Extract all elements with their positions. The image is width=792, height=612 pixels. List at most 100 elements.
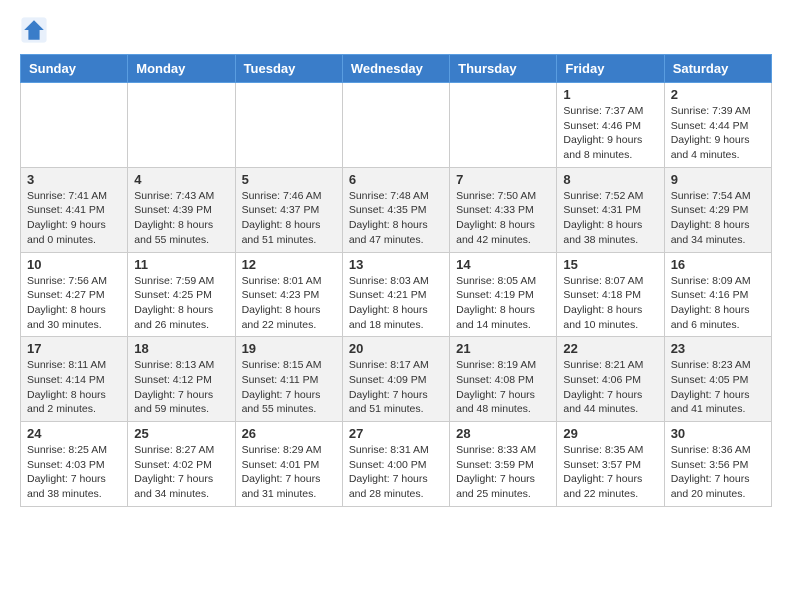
day-number: 6 [349,172,443,187]
day-number: 24 [27,426,121,441]
day-info: Sunrise: 7:52 AM Sunset: 4:31 PM Dayligh… [563,189,657,248]
day-number: 21 [456,341,550,356]
day-number: 2 [671,87,765,102]
day-info: Sunrise: 8:09 AM Sunset: 4:16 PM Dayligh… [671,274,765,333]
calendar-cell [21,83,128,168]
calendar-week-1: 1 Sunrise: 7:37 AM Sunset: 4:46 PM Daylig… [21,83,772,168]
calendar-cell: 15 Sunrise: 8:07 AM Sunset: 4:18 PM Dayli… [557,252,664,337]
calendar-cell: 21 Sunrise: 8:19 AM Sunset: 4:08 PM Dayli… [450,337,557,422]
day-number: 28 [456,426,550,441]
day-info: Sunrise: 8:23 AM Sunset: 4:05 PM Dayligh… [671,358,765,417]
day-info: Sunrise: 8:11 AM Sunset: 4:14 PM Dayligh… [27,358,121,417]
day-number: 4 [134,172,228,187]
calendar-week-4: 17 Sunrise: 8:11 AM Sunset: 4:14 PM Dayli… [21,337,772,422]
calendar-cell [128,83,235,168]
day-number: 10 [27,257,121,272]
day-number: 15 [563,257,657,272]
day-info: Sunrise: 8:03 AM Sunset: 4:21 PM Dayligh… [349,274,443,333]
day-info: Sunrise: 8:15 AM Sunset: 4:11 PM Dayligh… [242,358,336,417]
calendar-cell: 8 Sunrise: 7:52 AM Sunset: 4:31 PM Daylig… [557,167,664,252]
calendar-cell: 16 Sunrise: 8:09 AM Sunset: 4:16 PM Dayli… [664,252,771,337]
day-number: 11 [134,257,228,272]
logo-icon [20,16,48,44]
day-number: 13 [349,257,443,272]
calendar-week-5: 24 Sunrise: 8:25 AM Sunset: 4:03 PM Dayli… [21,422,772,507]
day-number: 25 [134,426,228,441]
day-info: Sunrise: 8:07 AM Sunset: 4:18 PM Dayligh… [563,274,657,333]
day-info: Sunrise: 8:25 AM Sunset: 4:03 PM Dayligh… [27,443,121,502]
calendar-cell: 20 Sunrise: 8:17 AM Sunset: 4:09 PM Dayli… [342,337,449,422]
calendar-cell [235,83,342,168]
calendar-cell: 13 Sunrise: 8:03 AM Sunset: 4:21 PM Dayli… [342,252,449,337]
calendar-cell: 4 Sunrise: 7:43 AM Sunset: 4:39 PM Daylig… [128,167,235,252]
calendar-cell: 22 Sunrise: 8:21 AM Sunset: 4:06 PM Dayli… [557,337,664,422]
calendar-cell: 9 Sunrise: 7:54 AM Sunset: 4:29 PM Daylig… [664,167,771,252]
col-sunday: Sunday [21,55,128,83]
calendar-cell [342,83,449,168]
day-info: Sunrise: 8:27 AM Sunset: 4:02 PM Dayligh… [134,443,228,502]
day-number: 30 [671,426,765,441]
calendar-cell: 25 Sunrise: 8:27 AM Sunset: 4:02 PM Dayli… [128,422,235,507]
day-info: Sunrise: 7:46 AM Sunset: 4:37 PM Dayligh… [242,189,336,248]
day-info: Sunrise: 8:05 AM Sunset: 4:19 PM Dayligh… [456,274,550,333]
day-number: 5 [242,172,336,187]
day-info: Sunrise: 8:01 AM Sunset: 4:23 PM Dayligh… [242,274,336,333]
calendar-cell: 23Sunrise: 8:23 AM Sunset: 4:05 PM Dayli… [664,337,771,422]
calendar-cell: 17 Sunrise: 8:11 AM Sunset: 4:14 PM Dayli… [21,337,128,422]
day-number: 27 [349,426,443,441]
day-info: Sunrise: 8:36 AM Sunset: 3:56 PM Dayligh… [671,443,765,502]
calendar-week-2: 3 Sunrise: 7:41 AM Sunset: 4:41 PM Daylig… [21,167,772,252]
col-saturday: Saturday [664,55,771,83]
day-number: 9 [671,172,765,187]
header-row: Sunday Monday Tuesday Wednesday Thursday… [21,55,772,83]
day-info: Sunrise: 7:56 AM Sunset: 4:27 PM Dayligh… [27,274,121,333]
day-info: Sunrise: 7:37 AM Sunset: 4:46 PM Dayligh… [563,104,657,163]
calendar-cell: 11 Sunrise: 7:59 AM Sunset: 4:25 PM Dayli… [128,252,235,337]
day-info: Sunrise: 8:33 AM Sunset: 3:59 PM Dayligh… [456,443,550,502]
logo [20,16,52,44]
header [0,0,792,54]
calendar-body: 1 Sunrise: 7:37 AM Sunset: 4:46 PM Daylig… [21,83,772,507]
calendar-cell: 12Sunrise: 8:01 AM Sunset: 4:23 PM Dayli… [235,252,342,337]
calendar-cell: 19 Sunrise: 8:15 AM Sunset: 4:11 PM Dayli… [235,337,342,422]
day-number: 29 [563,426,657,441]
day-info: Sunrise: 7:41 AM Sunset: 4:41 PM Dayligh… [27,189,121,248]
day-number: 20 [349,341,443,356]
day-number: 17 [27,341,121,356]
calendar-cell [450,83,557,168]
day-number: 18 [134,341,228,356]
day-info: Sunrise: 8:35 AM Sunset: 3:57 PM Dayligh… [563,443,657,502]
day-number: 8 [563,172,657,187]
day-info: Sunrise: 8:21 AM Sunset: 4:06 PM Dayligh… [563,358,657,417]
calendar-table: Sunday Monday Tuesday Wednesday Thursday… [20,54,772,507]
day-info: Sunrise: 8:17 AM Sunset: 4:09 PM Dayligh… [349,358,443,417]
col-friday: Friday [557,55,664,83]
day-number: 3 [27,172,121,187]
day-info: Sunrise: 8:13 AM Sunset: 4:12 PM Dayligh… [134,358,228,417]
day-number: 16 [671,257,765,272]
calendar-cell: 1 Sunrise: 7:37 AM Sunset: 4:46 PM Daylig… [557,83,664,168]
calendar-wrap: Sunday Monday Tuesday Wednesday Thursday… [0,54,792,517]
day-number: 22 [563,341,657,356]
calendar-cell: 27 Sunrise: 8:31 AM Sunset: 4:00 PM Dayli… [342,422,449,507]
day-info: Sunrise: 7:43 AM Sunset: 4:39 PM Dayligh… [134,189,228,248]
day-info: Sunrise: 7:39 AM Sunset: 4:44 PM Dayligh… [671,104,765,163]
day-number: 26 [242,426,336,441]
day-number: 7 [456,172,550,187]
day-info: Sunrise: 7:59 AM Sunset: 4:25 PM Dayligh… [134,274,228,333]
calendar-cell: 28 Sunrise: 8:33 AM Sunset: 3:59 PM Dayli… [450,422,557,507]
col-wednesday: Wednesday [342,55,449,83]
calendar-cell: 2 Sunrise: 7:39 AM Sunset: 4:44 PM Daylig… [664,83,771,168]
day-number: 14 [456,257,550,272]
day-info: Sunrise: 8:29 AM Sunset: 4:01 PM Dayligh… [242,443,336,502]
calendar-header: Sunday Monday Tuesday Wednesday Thursday… [21,55,772,83]
calendar-cell: 3 Sunrise: 7:41 AM Sunset: 4:41 PM Daylig… [21,167,128,252]
calendar-cell: 6Sunrise: 7:48 AM Sunset: 4:35 PM Daylig… [342,167,449,252]
day-number: 1 [563,87,657,102]
day-info: Sunrise: 8:31 AM Sunset: 4:00 PM Dayligh… [349,443,443,502]
calendar-cell: 14 Sunrise: 8:05 AM Sunset: 4:19 PM Dayli… [450,252,557,337]
day-number: 19 [242,341,336,356]
day-info: Sunrise: 8:19 AM Sunset: 4:08 PM Dayligh… [456,358,550,417]
day-info: Sunrise: 7:54 AM Sunset: 4:29 PM Dayligh… [671,189,765,248]
col-thursday: Thursday [450,55,557,83]
